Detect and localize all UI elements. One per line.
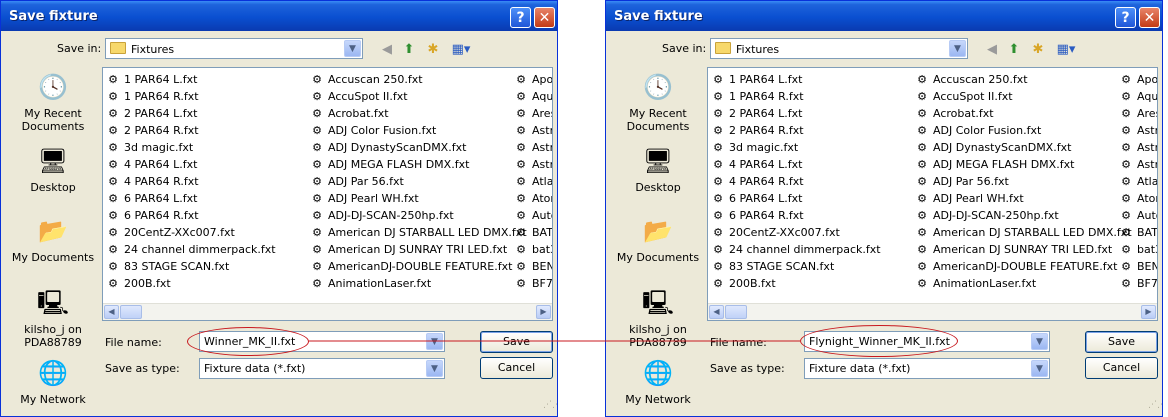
annotation-connector-line bbox=[309, 340, 800, 342]
